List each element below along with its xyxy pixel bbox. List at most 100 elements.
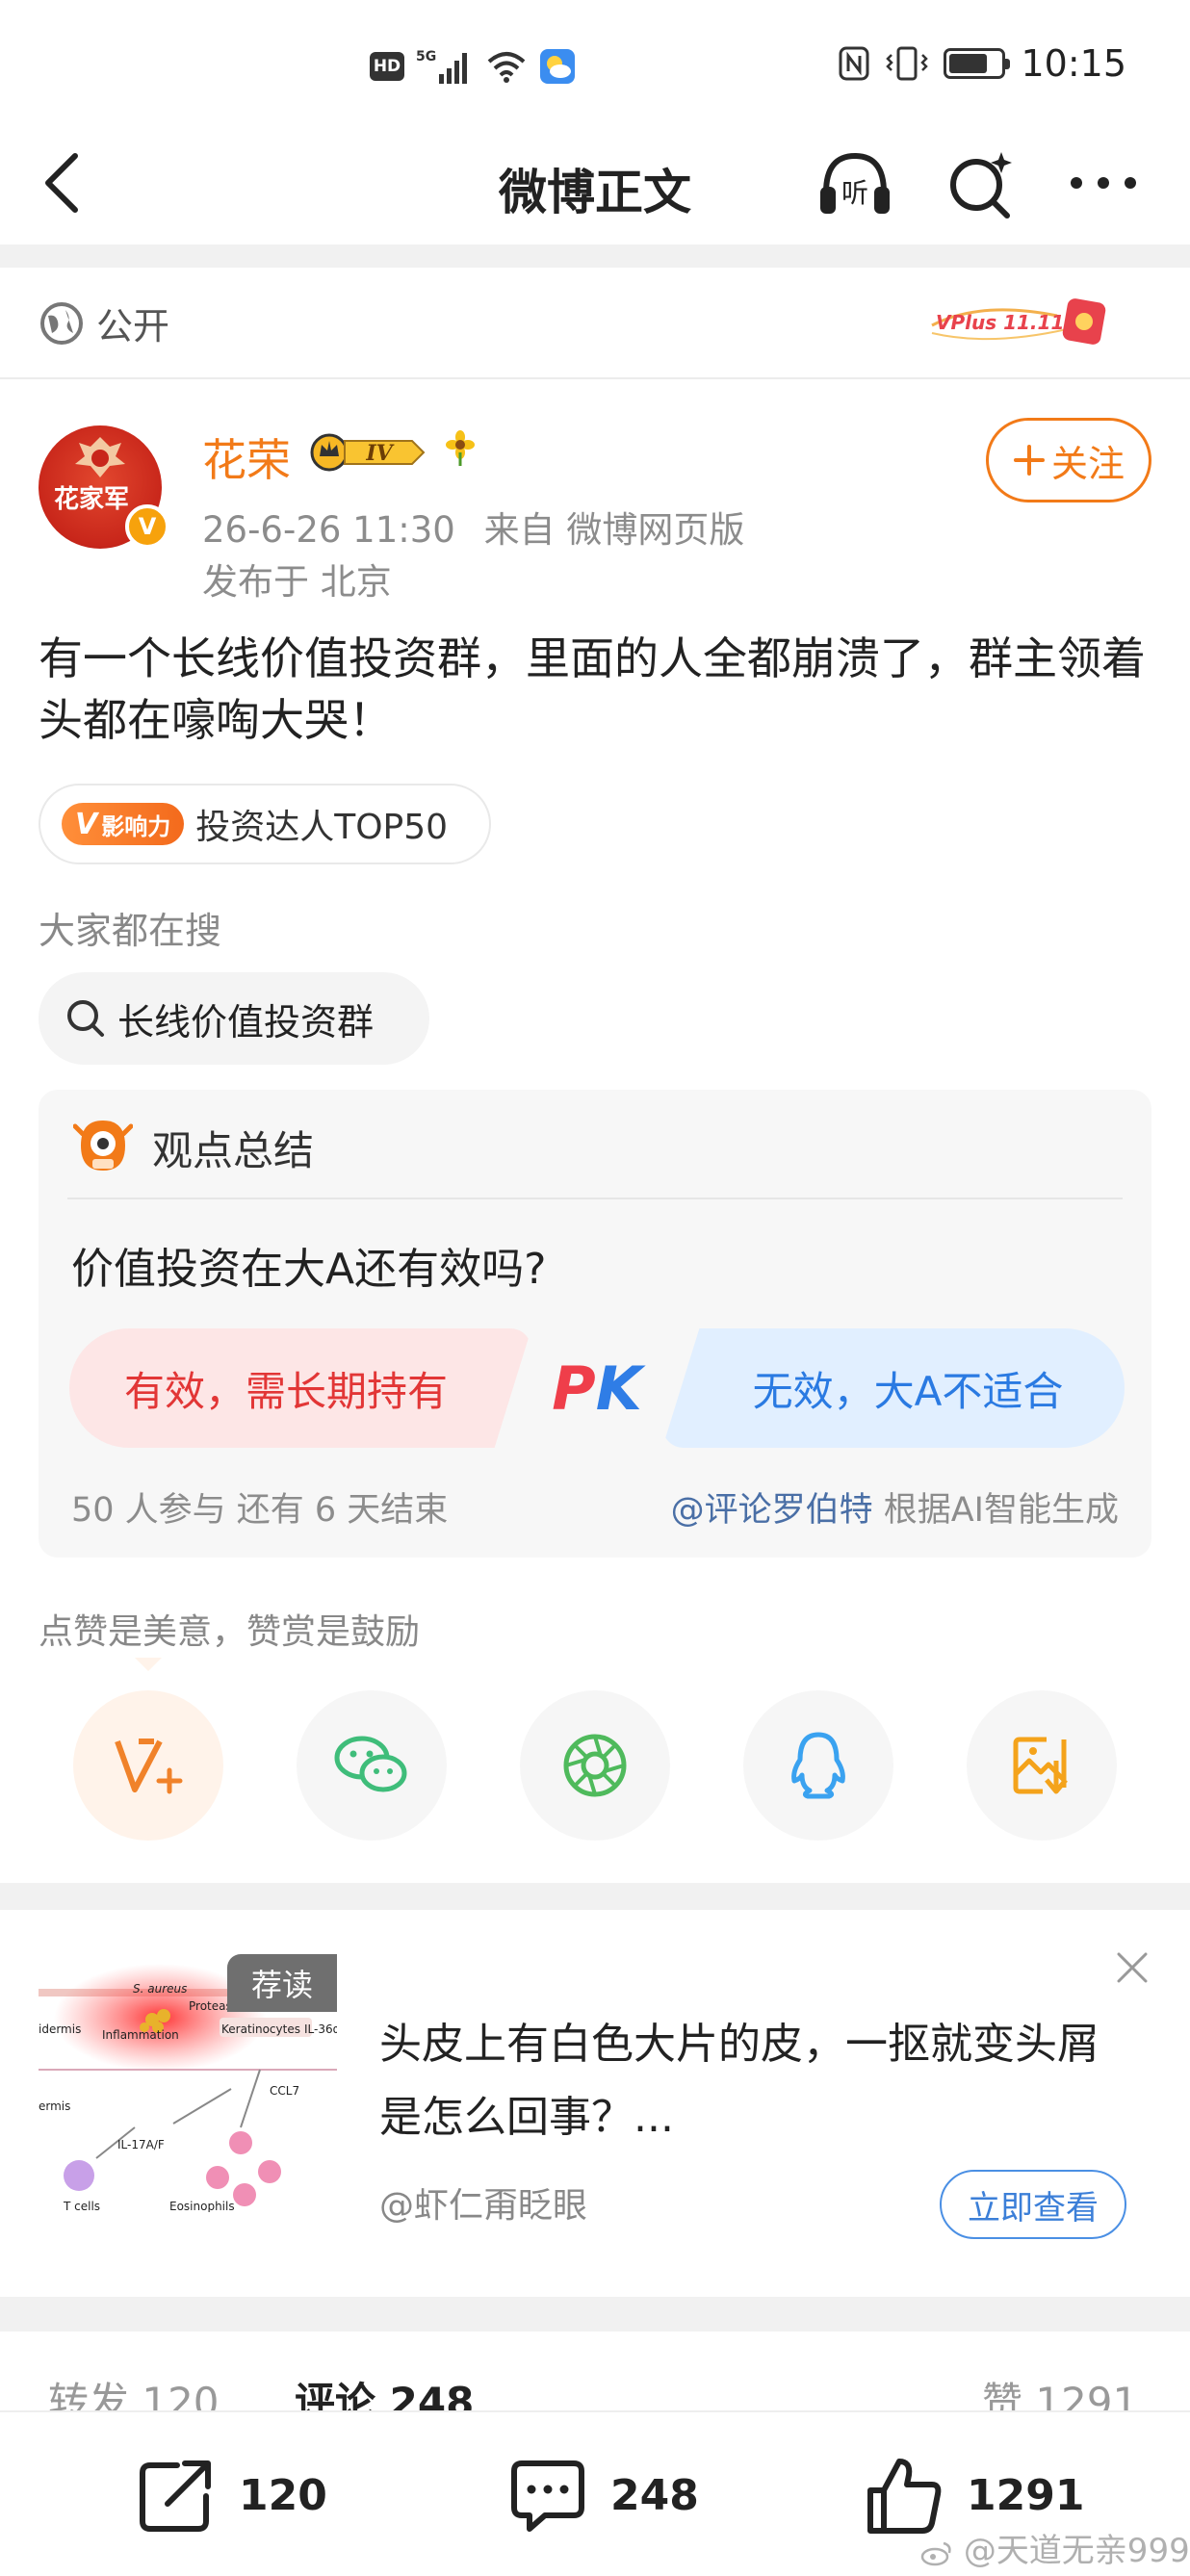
tab-like[interactable]: 赞 1291 <box>982 2370 1138 2410</box>
ai-generated-suffix: 根据AI智能生成 <box>872 1491 1119 1530</box>
opinion-question: 价值投资在大A还有效吗? <box>71 1245 547 1294</box>
close-icon[interactable] <box>1111 1946 1153 1989</box>
vote-participation: 50 人参与 还有 6 天结束 <box>71 1491 449 1530</box>
tab-repost[interactable]: 转发 120 <box>48 2370 220 2410</box>
pk-label: PK <box>549 1348 645 1429</box>
hd-icon: HD <box>370 52 404 81</box>
share-wechat-button[interactable] <box>297 1690 447 1841</box>
visibility-label: 公开 <box>96 305 170 348</box>
interaction-tabs: 转发 120 评论 248 赞 1291 <box>0 2333 1190 2410</box>
battery-fill <box>949 54 988 73</box>
weibo-watermark: @天道无亲999 <box>920 2524 1190 2571</box>
view-now-button[interactable]: 立即查看 <box>940 2170 1126 2239</box>
globe-icon <box>40 302 83 345</box>
avatar-emblem-icon <box>75 437 125 477</box>
qq-icon <box>791 1732 845 1799</box>
search-sparkle-icon <box>950 152 1012 219</box>
thumb-label-h: T cells <box>63 2200 100 2213</box>
svg-text:VPlus 11.11: VPlus 11.11 <box>936 311 1064 334</box>
ai-author-mention[interactable]: @评论罗伯特 <box>671 1491 873 1530</box>
influence-chip[interactable]: V 影响力 投资达人TOP50 <box>39 784 491 864</box>
author-name[interactable]: 花荣 <box>202 425 291 489</box>
svg-text:听: 听 <box>841 177 868 209</box>
thumb-label-c: Keratinocytes <box>221 2022 300 2036</box>
visibility-row: 公开 VPlus 11.11 <box>0 268 1190 375</box>
headphones-icon: 听 <box>820 152 890 214</box>
divider-line <box>0 377 1190 379</box>
nav-bar: 微博正文 听 <box>0 125 1190 239</box>
share-moments-button[interactable] <box>520 1690 670 1841</box>
verified-badge: V <box>125 504 169 549</box>
thumb-label-a: S. aureus <box>133 1982 187 1996</box>
opinion-title: 观点总结 <box>152 1127 315 1174</box>
hot-search-label: 大家都在搜 <box>39 910 222 952</box>
opinion-summary-card: 观点总结 价值投资在大A还有效吗? 有效，需长期持有 PK 无效，大A不适合 5… <box>39 1090 1151 1558</box>
vplus-promo-icon[interactable]: VPlus 11.11 <box>922 287 1115 360</box>
reward-pointer <box>135 1658 162 1671</box>
reward-label: 点赞是美意，赞赏是鼓励 <box>39 1612 421 1652</box>
more-button[interactable] <box>1063 144 1144 221</box>
tab-comment[interactable]: 评论 248 <box>295 2370 474 2410</box>
thumb-label-d: Inflammation <box>102 2028 179 2042</box>
pk-label-k: K <box>595 1352 642 1424</box>
section-divider <box>0 245 1190 268</box>
thumb-label-j: idermis <box>39 2022 81 2036</box>
weibo-logo-icon <box>920 2541 951 2565</box>
network-gen-label: 5G <box>416 49 436 64</box>
thumb-label-k: ermis <box>39 2099 70 2113</box>
vote-option-a[interactable]: 有效，需长期持有 <box>69 1328 531 1448</box>
wifi-icon <box>487 52 526 83</box>
post-source[interactable]: 来自 微博网页版 <box>484 509 745 551</box>
pk-label-p: P <box>552 1352 596 1424</box>
vote-option-b[interactable]: 无效，大A不适合 <box>662 1328 1125 1448</box>
plus-icon <box>1013 445 1045 476</box>
follow-button[interactable]: 关注 <box>986 418 1151 502</box>
hot-search-query: 长线价值投资群 <box>117 1000 375 1043</box>
mascot-icon <box>73 1121 133 1171</box>
recommend-author[interactable]: @虾仁甭眨眼 <box>379 2177 587 2228</box>
status-time: 10:15 <box>1021 42 1126 85</box>
recommend-tag: 荐读 <box>227 1954 337 2012</box>
ai-generated-note: @评论罗伯特 根据AI智能生成 <box>671 1482 1119 1532</box>
influence-badge-letter: V <box>75 807 98 841</box>
status-right-icons: 10:15 <box>838 42 1126 85</box>
search-button[interactable] <box>940 144 1021 221</box>
status-bar: HD 5G 10:15 <box>0 0 1190 125</box>
comment-count: 248 <box>610 2470 699 2520</box>
influence-text: 投资达人TOP50 <box>195 808 449 847</box>
nfc-icon <box>839 46 869 81</box>
thumb-label-f: CCL7 <box>270 2084 299 2098</box>
repost-icon <box>140 2460 211 2532</box>
opinion-divider <box>67 1198 1123 1199</box>
influence-badge: V 影响力 <box>62 803 185 845</box>
thumb-label-i: Eosinophils <box>169 2200 235 2213</box>
signal-icon: 5G <box>416 49 467 84</box>
recommend-title[interactable]: 头皮上有白色大片的皮，一抠就变头屑是怎么回事？... <box>379 2008 1130 2154</box>
section-divider <box>0 2297 1190 2331</box>
search-icon <box>67 1000 104 1037</box>
avatar-text: 花家军 <box>54 485 130 514</box>
vplus-reward-button[interactable] <box>73 1690 223 1841</box>
opinion-header: 观点总结 <box>39 1090 1151 1196</box>
member-level-badge[interactable]: IV <box>306 431 429 474</box>
vplus-reward-icon <box>115 1739 183 1794</box>
follow-label: 关注 <box>1050 442 1125 485</box>
vibrate-icon <box>886 46 929 81</box>
like-count: 1291 <box>967 2470 1085 2520</box>
sunflower-icon <box>446 430 475 466</box>
share-qq-button[interactable] <box>743 1690 893 1841</box>
battery-icon <box>944 48 1011 79</box>
comment-icon <box>511 2460 584 2532</box>
save-image-icon <box>1013 1737 1068 1794</box>
save-image-button[interactable] <box>967 1690 1117 1841</box>
repost-button[interactable]: 120 <box>135 2451 327 2539</box>
post-time: 26-6-26 11:30 <box>202 509 455 551</box>
status-left-icons: HD 5G <box>370 46 576 87</box>
weather-icon <box>540 49 575 84</box>
hot-search-chip[interactable]: 长线价值投资群 <box>39 972 429 1065</box>
post-body: 有一个长线价值投资群，里面的人全都崩溃了，群主领着头都在嚎啕大哭！ <box>39 632 1146 746</box>
post-meta: 26-6-26 11:30 来自 微博网页版 <box>202 501 744 553</box>
comment-button[interactable]: 248 <box>506 2451 699 2539</box>
moments-icon <box>563 1734 627 1797</box>
listen-button[interactable]: 听 <box>815 144 895 221</box>
